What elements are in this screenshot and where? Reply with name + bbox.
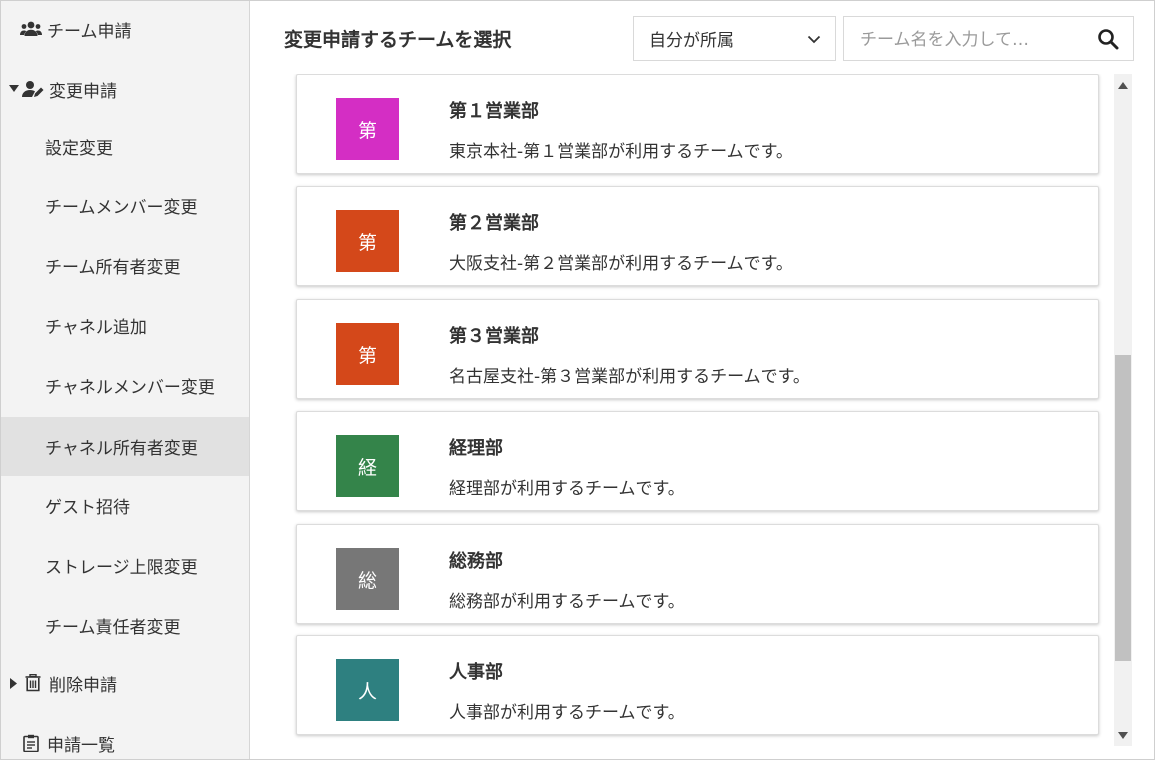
team-avatar: 第 bbox=[336, 323, 399, 385]
membership-filter-select[interactable]: 自分が所属 bbox=[633, 16, 836, 61]
team-name: 人事部 bbox=[449, 662, 503, 683]
sidebar-item-request-list[interactable]: 申請一覧 bbox=[1, 715, 249, 759]
team-description: 名古屋支社-第３営業部が利用するチームです。 bbox=[449, 367, 810, 387]
sidebar-item-channel-add[interactable]: チャネル追加 bbox=[1, 297, 249, 353]
sidebar-item-guest-invite[interactable]: ゲスト招待 bbox=[1, 477, 249, 533]
sidebar-item-label: 変更申請 bbox=[49, 81, 117, 102]
sidebar-item-label: ストレージ上限変更 bbox=[45, 557, 198, 578]
sidebar-item-label: チームメンバー変更 bbox=[45, 197, 198, 218]
caret-right-icon bbox=[7, 677, 21, 689]
clipboard-icon bbox=[19, 733, 43, 753]
sidebar-item-team-owner-change[interactable]: チーム所有者変更 bbox=[1, 237, 249, 293]
sidebar-item-label: チャネル追加 bbox=[45, 317, 147, 338]
user-edit-icon bbox=[21, 79, 45, 99]
search-icon[interactable] bbox=[1097, 28, 1119, 54]
team-card[interactable]: 人 人事部 人事部が利用するチームです。 bbox=[296, 635, 1099, 735]
sidebar: チーム申請 変更申請 設定変更 チームメンバー変更 チーム所有者変更 チャネル追… bbox=[1, 1, 250, 759]
sidebar-item-label: 申請一覧 bbox=[47, 735, 115, 756]
team-card[interactable]: 第 第２営業部 大阪支社-第２営業部が利用するチームです。 bbox=[296, 186, 1099, 286]
sidebar-item-team-manager-change[interactable]: チーム責任者変更 bbox=[1, 597, 249, 653]
sidebar-item-label: チーム申請 bbox=[47, 21, 132, 42]
trash-icon bbox=[21, 673, 45, 693]
team-card[interactable]: 総 総務部 総務部が利用するチームです。 bbox=[296, 524, 1099, 624]
team-name: 経理部 bbox=[449, 438, 503, 459]
list-scrollbar[interactable] bbox=[1114, 74, 1132, 746]
filter-select-value: 自分が所属 bbox=[649, 31, 734, 51]
team-avatar: 経 bbox=[336, 435, 399, 497]
team-list: 第 第１営業部 東京本社-第１営業部が利用するチームです。 第 第２営業部 大阪… bbox=[250, 74, 1112, 759]
sidebar-item-channel-member-change[interactable]: チャネルメンバー変更 bbox=[1, 357, 249, 413]
team-card[interactable]: 経 経理部 経理部が利用するチームです。 bbox=[296, 411, 1099, 511]
team-card[interactable]: 第 第３営業部 名古屋支社-第３営業部が利用するチームです。 bbox=[296, 299, 1099, 399]
team-avatar: 第 bbox=[336, 210, 399, 272]
team-avatar: 第 bbox=[336, 98, 399, 160]
team-avatar: 総 bbox=[336, 548, 399, 610]
team-search-input[interactable] bbox=[858, 17, 1082, 62]
sidebar-item-label: チーム所有者変更 bbox=[45, 257, 181, 278]
scrollbar-thumb[interactable] bbox=[1115, 355, 1131, 661]
sidebar-item-team-member-change[interactable]: チームメンバー変更 bbox=[1, 177, 249, 233]
sidebar-item-team-request[interactable]: チーム申請 bbox=[1, 1, 249, 57]
team-card[interactable]: 第 第１営業部 東京本社-第１営業部が利用するチームです。 bbox=[296, 74, 1099, 174]
team-description: 大阪支社-第２営業部が利用するチームです。 bbox=[449, 254, 793, 274]
scroll-down-arrow-icon[interactable] bbox=[1114, 726, 1132, 744]
sidebar-item-label: ゲスト招待 bbox=[45, 497, 130, 518]
sidebar-group-change-request[interactable]: 変更申請 bbox=[1, 61, 249, 117]
sidebar-item-storage-limit-change[interactable]: ストレージ上限変更 bbox=[1, 537, 249, 593]
team-search-box bbox=[843, 16, 1134, 62]
sidebar-item-label: 削除申請 bbox=[49, 675, 117, 696]
sidebar-item-channel-owner-change[interactable]: チャネル所有者変更 bbox=[1, 417, 249, 476]
sidebar-item-label: チャネルメンバー変更 bbox=[45, 377, 215, 398]
team-icon bbox=[19, 19, 43, 39]
scroll-up-arrow-icon[interactable] bbox=[1114, 76, 1132, 94]
team-description: 経理部が利用するチームです。 bbox=[449, 479, 685, 499]
sidebar-group-delete-request[interactable]: 削除申請 bbox=[1, 655, 249, 711]
sidebar-item-label: チーム責任者変更 bbox=[45, 617, 181, 638]
team-description: 東京本社-第１営業部が利用するチームです。 bbox=[449, 142, 793, 162]
sidebar-item-label: 設定変更 bbox=[45, 138, 113, 159]
team-avatar: 人 bbox=[336, 659, 399, 721]
sidebar-item-settings-change[interactable]: 設定変更 bbox=[1, 118, 249, 174]
team-name: 第３営業部 bbox=[449, 326, 539, 347]
caret-down-icon bbox=[7, 85, 21, 93]
sidebar-item-label: チャネル所有者変更 bbox=[45, 439, 198, 459]
page-title: 変更申請するチームを選択 bbox=[284, 29, 512, 51]
chevron-down-icon bbox=[807, 31, 821, 51]
app-window: チーム申請 変更申請 設定変更 チームメンバー変更 チーム所有者変更 チャネル追… bbox=[0, 0, 1155, 760]
team-name: 第１営業部 bbox=[449, 101, 539, 122]
team-name: 第２営業部 bbox=[449, 213, 539, 234]
team-name: 総務部 bbox=[449, 551, 503, 572]
team-description: 総務部が利用するチームです。 bbox=[449, 592, 685, 612]
team-description: 人事部が利用するチームです。 bbox=[449, 703, 685, 723]
